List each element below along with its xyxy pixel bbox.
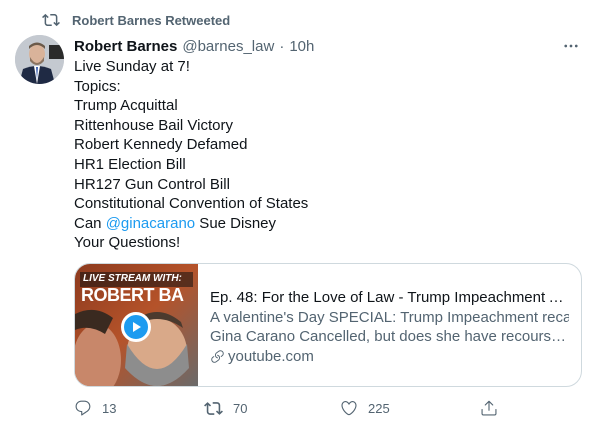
- heart-icon: [341, 401, 357, 416]
- author-name[interactable]: Robert Barnes: [74, 38, 177, 55]
- card-thumbnail: LIVE STREAM WITH: ROBERT BA: [75, 264, 198, 386]
- thumbnail-banner-top: LIVE STREAM WITH:: [83, 273, 182, 284]
- avatar[interactable]: [15, 35, 64, 84]
- like-count: 225: [368, 400, 390, 416]
- share-button[interactable]: [480, 399, 498, 417]
- tweet-line-mention: Can @ginacarano Sue Disney: [74, 214, 574, 234]
- reply-button[interactable]: 13: [74, 399, 116, 417]
- play-button[interactable]: [121, 312, 151, 342]
- mention-suffix: Sue Disney: [195, 214, 277, 232]
- play-icon: [133, 322, 141, 332]
- thumbnail-banner-name: ROBERT BA: [81, 285, 184, 305]
- retweet-button[interactable]: 70: [204, 399, 247, 418]
- card-domain-text: youtube.com: [228, 347, 314, 365]
- card-description-line: A valentine's Day SPECIAL: Trump Impeach…: [210, 308, 569, 326]
- reply-count: 13: [102, 400, 117, 416]
- tweet-line: Trump Acquittal: [74, 97, 178, 115]
- meta-separator: ·: [279, 37, 285, 55]
- like-button[interactable]: 225: [340, 399, 390, 417]
- tweet-line: Constitutional Convention of States: [74, 195, 309, 213]
- tweet-header: Robert Barnes @barnes_law · 10h: [74, 36, 583, 56]
- link-card[interactable]: LIVE STREAM WITH: ROBERT BA Ep. 48: For …: [74, 263, 582, 387]
- tweet-line: Robert Kennedy Defamed: [74, 136, 248, 154]
- mention-prefix: Can: [74, 214, 106, 232]
- tweet-line: Topics:: [74, 77, 121, 95]
- tweet-line: Live Sunday at 7!: [74, 58, 190, 75]
- tweet-timestamp[interactable]: 10h: [289, 38, 314, 55]
- social-context[interactable]: Robert Barnes Retweeted: [42, 10, 230, 30]
- mention-link[interactable]: @ginacarano: [106, 215, 195, 232]
- more-icon: [564, 44, 578, 48]
- card-domain: youtube.com: [210, 347, 569, 367]
- tweet-text: Live Sunday at 7! Topics: Trump Acquitta…: [74, 57, 574, 253]
- tweet-line: Rittenhouse Bail Victory: [74, 116, 233, 134]
- action-bar: 13 70 225: [74, 399, 598, 419]
- tweet-line: Your Questions!: [74, 234, 181, 252]
- tweet-line: HR1 Election Bill: [74, 155, 186, 173]
- author-handle[interactable]: @barnes_law: [182, 38, 274, 55]
- tweet-line: HR127 Gun Control Bill: [74, 175, 230, 193]
- link-icon: [211, 350, 224, 363]
- retweet-count: 70: [233, 401, 248, 416]
- more-button[interactable]: [559, 34, 583, 58]
- retweeted-by-label: Robert Barnes Retweeted: [72, 12, 231, 28]
- retweet-icon: [42, 13, 60, 27]
- retweet-icon: [204, 402, 223, 415]
- card-description-line: Gina Carano Cancelled, but does she have…: [210, 328, 569, 346]
- card-title: Ep. 48: For the Love of Law - Trump Impe…: [210, 289, 569, 306]
- reply-icon: [75, 400, 91, 416]
- card-text: Ep. 48: For the Love of Law - Trump Impe…: [198, 264, 581, 386]
- card-description: A valentine's Day SPECIAL: Trump Impeach…: [210, 308, 569, 347]
- share-icon: [481, 400, 497, 416]
